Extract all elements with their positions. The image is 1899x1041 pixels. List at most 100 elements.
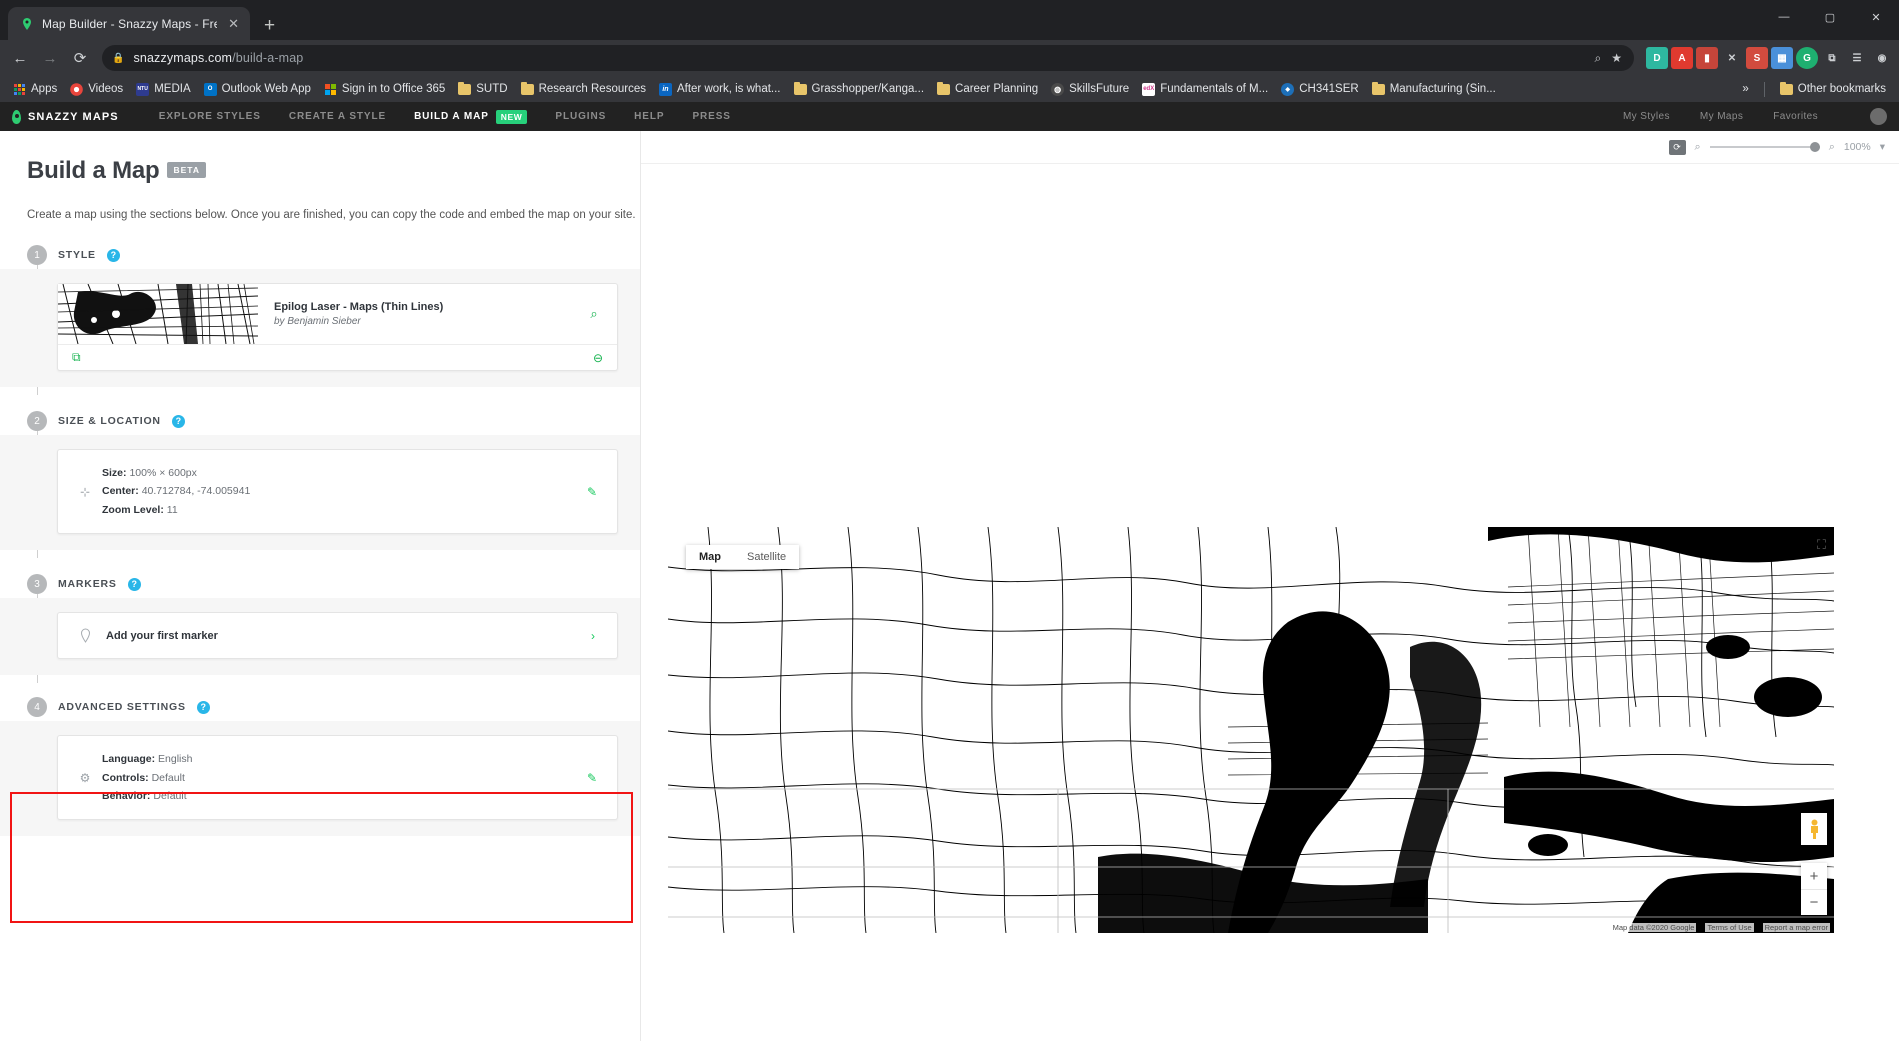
zoom-in-icon[interactable]: ⌕ <box>1829 141 1835 154</box>
zoom-slider-knob[interactable] <box>1809 142 1820 152</box>
bookmark-apps[interactable]: Apps <box>7 80 63 99</box>
help-icon[interactable]: ? <box>106 248 120 262</box>
folder-icon <box>1371 81 1385 95</box>
map-preview-pane: ⟳ ⌕ ⌕ 100% ▾ Map Satellite ⛶ + − Map dat… <box>640 131 1899 1041</box>
map-type-map[interactable]: Map <box>686 545 734 569</box>
profile-avatar[interactable]: ◉ <box>1871 47 1893 69</box>
help-icon[interactable]: ? <box>171 414 185 428</box>
style-card[interactable]: Epilog Laser - Maps (Thin Lines) by Benj… <box>57 283 618 371</box>
browser-window: Map Builder - Snazzy Maps - Free ✕ + — ▢… <box>0 0 1899 1041</box>
pencil-icon[interactable]: ✎ <box>587 771 603 785</box>
help-icon[interactable]: ? <box>196 700 210 714</box>
gear-icon: ⚙ <box>79 770 91 785</box>
search-icon[interactable]: ⌕ <box>1595 51 1602 66</box>
browser-tab[interactable]: Map Builder - Snazzy Maps - Free ✕ <box>8 7 250 40</box>
forward-icon[interactable]: → <box>36 44 64 72</box>
bookmark-media[interactable]: NTU MEDIA <box>130 80 196 99</box>
nav-plugins[interactable]: PLUGINS <box>555 111 606 122</box>
avatar[interactable] <box>1870 108 1887 125</box>
nav-build-a-map[interactable]: BUILD A MAP <box>414 111 489 122</box>
page-content: SNAZZY MAPS EXPLORE STYLES CREATE A STYL… <box>0 102 1899 1041</box>
adobe-acrobat-extension-icon[interactable]: A <box>1671 47 1693 69</box>
close-icon[interactable]: ✕ <box>225 15 242 32</box>
bookmark-fundamentals-of-m[interactable]: edX Fundamentals of M... <box>1136 80 1274 99</box>
map-type-satellite[interactable]: Satellite <box>734 545 799 569</box>
map-zoom-controls: + − <box>1801 863 1827 915</box>
center-value: 40.712784, -74.005941 <box>141 485 251 498</box>
behavior-value: Default <box>153 789 187 802</box>
chevron-down-icon[interactable]: ▾ <box>1880 141 1885 153</box>
bookmark-videos[interactable]: Videos <box>64 80 129 99</box>
folder-icon <box>793 81 807 95</box>
bookmark-career-planning[interactable]: Career Planning <box>931 80 1044 98</box>
section-advanced-settings: 4 ADVANCED SETTINGS ? ⚙ Language: Englis… <box>0 693 640 837</box>
bookmark-skillsfuture[interactable]: ◍ SkillsFuture <box>1045 80 1135 99</box>
advanced-settings-card[interactable]: ⚙ Language: English Controls: Default Be… <box>57 735 618 821</box>
nav-my-maps[interactable]: My Maps <box>1700 111 1743 122</box>
size-location-values: Size: 100% × 600px Center: 40.712784, -7… <box>102 464 587 519</box>
style-name: Epilog Laser - Maps (Thin Lines) <box>274 301 444 313</box>
terms-of-use-link[interactable]: Terms of Use <box>1705 923 1754 932</box>
bookmarks-overflow-button[interactable]: » <box>1736 80 1754 98</box>
remove-circle-icon[interactable]: ⊖ <box>593 351 603 365</box>
stylus-extension-icon[interactable]: S <box>1746 47 1768 69</box>
reset-zoom-icon[interactable]: ⟳ <box>1668 139 1686 155</box>
add-marker-button[interactable]: Add your first marker › <box>57 612 618 660</box>
intro-text: Create a map using the sections below. O… <box>27 209 636 221</box>
bookmark-after-work-is-what[interactable]: in After work, is what... <box>653 80 787 99</box>
report-error-link[interactable]: Report a map error <box>1762 923 1830 932</box>
puzzle-extension-icon[interactable]: ⧉ <box>1821 47 1843 69</box>
search-icon[interactable]: ⌕ <box>571 284 617 344</box>
street-view-pegman-icon[interactable] <box>1801 813 1827 845</box>
site-logo[interactable]: SNAZZY MAPS <box>12 109 119 124</box>
size-location-card[interactable]: ⊹ Size: 100% × 600px Center: 40.712784, … <box>57 449 618 535</box>
zoom-level-display: 100% <box>1843 141 1871 153</box>
new-tab-button[interactable]: + <box>264 16 275 35</box>
zoom-out-icon[interactable]: ⌕ <box>1695 141 1701 154</box>
fullscreen-icon[interactable]: ⛶ <box>1817 537 1826 553</box>
window-close-icon[interactable]: ✕ <box>1853 0 1899 34</box>
map-canvas[interactable]: Map Satellite ⛶ + − Map data ©2020 Googl… <box>668 527 1834 933</box>
bookmark-sutd[interactable]: SUTD <box>452 80 513 98</box>
help-icon[interactable]: ? <box>127 577 141 591</box>
external-link-icon[interactable]: ⧉ <box>72 350 81 365</box>
nav-favorites[interactable]: Favorites <box>1773 111 1818 122</box>
dashlane-extension-icon[interactable]: D <box>1646 47 1668 69</box>
section-title: ADVANCED SETTINGS <box>58 701 186 714</box>
map-builder-panel: Build a Map BETA Create a map using the s… <box>0 131 679 1041</box>
globe-icon: ◍ <box>1051 82 1065 96</box>
adblock-extension-icon[interactable]: ▮ <box>1696 47 1718 69</box>
grid-extension-icon[interactable]: ▦ <box>1771 47 1793 69</box>
bookmark-outlook-web-app[interactable]: O Outlook Web App <box>198 80 317 99</box>
chevron-right-icon[interactable]: › <box>591 629 603 643</box>
nav-my-styles[interactable]: My Styles <box>1623 111 1670 122</box>
nav-create-a-style[interactable]: CREATE A STYLE <box>289 111 386 122</box>
bookmark-ch341ser[interactable]: ◆ CH341SER <box>1275 80 1364 99</box>
map-zoom-in-button[interactable]: + <box>1801 863 1827 889</box>
bookmark-research-resources[interactable]: Research Resources <box>515 80 652 98</box>
nav-press[interactable]: PRESS <box>692 111 730 122</box>
address-bar[interactable]: 🔒 snazzymaps.com/build-a-map ⌕ ★ <box>102 45 1634 71</box>
reload-icon[interactable]: ⟳ <box>66 44 94 72</box>
map-zoom-out-button[interactable]: − <box>1801 889 1827 915</box>
bookmark-label: Sign in to Office 365 <box>341 83 446 95</box>
bookmark-sign-in-to-office-365[interactable]: Sign in to Office 365 <box>318 80 451 99</box>
maximize-icon[interactable]: ▢ <box>1807 0 1853 34</box>
close-extension-icon[interactable]: ✕ <box>1721 47 1743 69</box>
back-icon[interactable]: ← <box>6 44 34 72</box>
nav-explore-styles[interactable]: EXPLORE STYLES <box>159 111 261 122</box>
bookmark-label: SUTD <box>476 83 508 95</box>
nav-help[interactable]: HELP <box>634 111 664 122</box>
step-number: 4 <box>27 697 47 718</box>
linkedin-icon: in <box>658 82 672 96</box>
bookmark-star-icon[interactable]: ★ <box>1611 51 1622 65</box>
grammarly-extension-icon[interactable]: G <box>1796 47 1818 69</box>
pencil-icon[interactable]: ✎ <box>587 485 603 499</box>
minimize-icon[interactable]: — <box>1761 0 1807 34</box>
zoom-slider[interactable] <box>1709 142 1820 152</box>
readlist-extension-icon[interactable]: ☰ <box>1846 47 1868 69</box>
extensions-row: D A ▮ ✕ S ▦ G ⧉ ☰ ◉ <box>1642 47 1893 69</box>
other-bookmarks-folder[interactable]: Other bookmarks <box>1774 80 1892 98</box>
bookmark-manufacturing-sin[interactable]: Manufacturing (Sin... <box>1366 80 1502 98</box>
bookmark-grasshopper-kangaroo[interactable]: Grasshopper/Kanga... <box>788 80 931 98</box>
